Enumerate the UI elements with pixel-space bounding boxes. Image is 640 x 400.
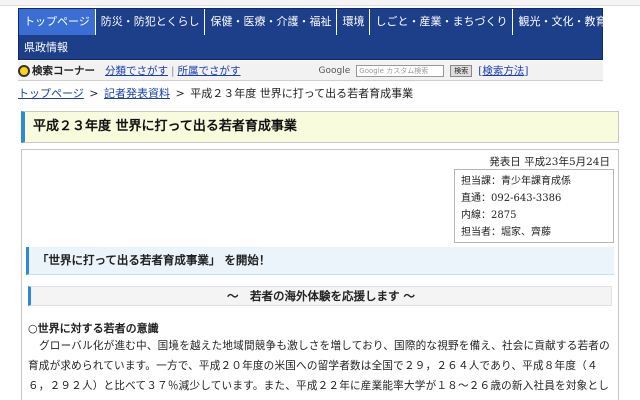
sub-heading: ～ 若者の海外体験を応援します ～ — [28, 286, 612, 306]
global-nav: トップページ 防災・防犯とくらし 保健・医療・介護・福祉 環境 しごと・産業・ま… — [18, 8, 606, 61]
google-search-button[interactable]: 検索 — [450, 64, 473, 77]
search-bar: 検索コーナー 分類でさがす | 所属でさがす Google Google カスタ… — [18, 61, 603, 81]
breadcrumb-current: 平成２３年度 世界に打って出る若者育成事業 — [190, 87, 414, 100]
separator: | — [171, 64, 175, 77]
nav-item-prefecture-info[interactable]: 県政情報 — [19, 35, 73, 61]
page-title: 平成２３年度 世界に打って出る若者育成事業 — [33, 119, 297, 134]
publish-date: 発表日 平成23年5月24日 — [489, 156, 610, 168]
nav-item-disaster[interactable]: 防災・防犯とくらし — [96, 9, 206, 35]
breadcrumb-press-link[interactable]: 記者発表資料 — [104, 87, 170, 100]
google-search-input[interactable]: Google カスタム検索 — [356, 64, 445, 77]
search-by-department-link[interactable]: 所属でさがす — [178, 63, 241, 78]
breadcrumb-arrow: > — [175, 87, 185, 100]
section-heading: 「世界に打って出る若者育成事業」 を開始！ — [26, 247, 614, 275]
contact-phone: 直通：092-643-3386 — [461, 193, 562, 204]
nav-item-health[interactable]: 保健・医療・介護・福祉 — [205, 9, 338, 35]
nav-item-top[interactable]: トップページ — [19, 9, 96, 35]
breadcrumb-arrow: > — [89, 87, 99, 100]
breadcrumb: トップページ > 記者発表資料 > 平成２３年度 世界に打って出る若者育成事業 — [18, 85, 413, 101]
contact-department: 担当課：青少年課育成係 — [461, 176, 571, 187]
search-corner-label: 検索コーナー — [32, 65, 95, 77]
content-area: 発表日 平成23年5月24日 担当課：青少年課育成係 直通：092-643-33… — [21, 149, 619, 400]
nav-item-work[interactable]: しごと・産業・まちづくり — [370, 9, 514, 35]
search-corner: 検索コーナー — [18, 63, 95, 78]
top-strip — [0, 0, 640, 6]
breadcrumb-top-link[interactable]: トップページ — [18, 87, 84, 100]
nav-row-2: 県政情報 — [19, 35, 602, 61]
magnifier-icon — [18, 64, 30, 77]
nav-item-environment[interactable]: 環境 — [337, 9, 371, 35]
page-title-box: 平成２３年度 世界に打って出る若者育成事業 — [21, 111, 619, 143]
contact-extension: 内線：2875 — [461, 210, 517, 221]
body-paragraph: グローバル化が進む中、国境を越えた地域間競争も激しさを増しており、国際的な視野を… — [28, 340, 610, 392]
contact-box: 担当課：青少年課育成係 直通：092-643-3386 内線：2875 担当者：… — [454, 169, 614, 243]
search-help-label: 検索方法 — [482, 65, 525, 77]
nav-item-tourism[interactable]: 観光・文化・教育 — [513, 9, 611, 35]
contact-person: 担当者：堀家、齊藤 — [461, 227, 551, 238]
search-by-category-link[interactable]: 分類でさがす — [105, 63, 168, 78]
bracket-close: ] — [524, 65, 529, 77]
search-help-link[interactable]: [検索方法] — [478, 63, 528, 78]
section-title: ○世界に対する若者の意識 — [28, 322, 159, 335]
google-logo: Google — [318, 65, 351, 76]
nav-row-1: トップページ 防災・防犯とくらし 保健・医療・介護・福祉 環境 しごと・産業・ま… — [19, 9, 606, 35]
